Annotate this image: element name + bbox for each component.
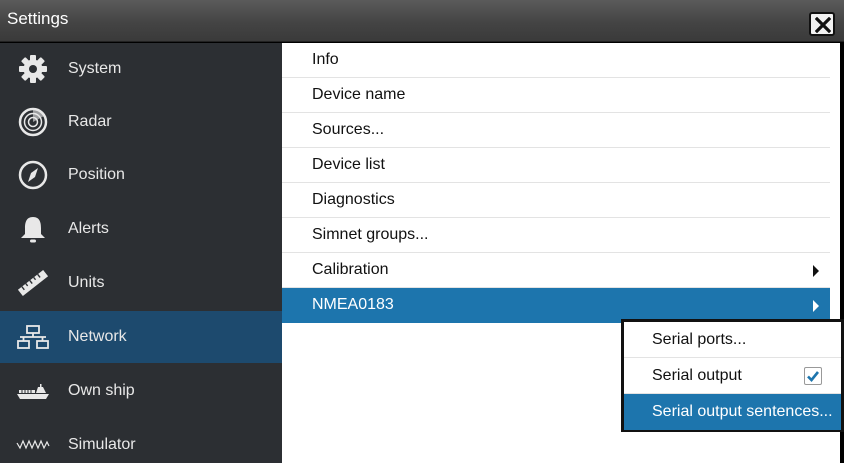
network-icon bbox=[17, 325, 49, 349]
nmea0183-submenu: Serial ports... Serial output Serial out… bbox=[621, 319, 844, 432]
menu-item-label: Sources... bbox=[312, 121, 385, 138]
menu-item-label: Simnet groups... bbox=[312, 226, 429, 243]
sidebar-item-label: Radar bbox=[68, 113, 112, 130]
submenu-item-serial-output-sentences[interactable]: Serial output sentences... bbox=[624, 394, 841, 430]
sidebar-item-position[interactable]: Position bbox=[0, 149, 282, 201]
menu-item-label: Calibration bbox=[312, 261, 389, 278]
sidebar-item-simulator[interactable]: Simulator bbox=[0, 419, 282, 463]
simulator-icon bbox=[16, 439, 50, 450]
sidebar-item-radar[interactable]: Radar bbox=[0, 96, 282, 148]
chevron-right-icon bbox=[813, 265, 819, 277]
compass-icon bbox=[18, 160, 48, 190]
sidebar-item-system[interactable]: System bbox=[0, 43, 282, 95]
menu-item-label: Device list bbox=[312, 156, 385, 173]
submenu-item-serial-output[interactable]: Serial output bbox=[624, 358, 841, 394]
settings-window: Settings System Radar Position Alerts Un… bbox=[0, 0, 844, 463]
bell-icon bbox=[21, 217, 45, 243]
sidebar-item-label: Position bbox=[68, 166, 125, 183]
title-bar: Settings bbox=[0, 0, 844, 42]
menu-item-nmea0183[interactable]: NMEA0183 bbox=[282, 288, 830, 323]
menu-item-device-name[interactable]: Device name bbox=[282, 78, 830, 113]
sidebar-item-label: System bbox=[68, 60, 122, 77]
chevron-right-icon bbox=[813, 300, 819, 312]
sidebar-item-label: Network bbox=[68, 328, 127, 345]
menu-item-sources[interactable]: Sources... bbox=[282, 113, 830, 148]
window-title: Settings bbox=[7, 9, 69, 28]
ruler-icon bbox=[17, 269, 49, 297]
submenu-item-label: Serial output bbox=[652, 367, 742, 384]
gear-icon bbox=[19, 55, 47, 83]
submenu-item-label: Serial ports... bbox=[652, 331, 747, 348]
radar-icon bbox=[18, 107, 48, 137]
menu-item-label: Device name bbox=[312, 86, 406, 103]
menu-item-diagnostics[interactable]: Diagnostics bbox=[282, 183, 830, 218]
settings-sidebar: System Radar Position Alerts Units Netwo… bbox=[0, 43, 282, 463]
close-icon bbox=[815, 17, 831, 33]
menu-item-simnet-groups[interactable]: Simnet groups... bbox=[282, 218, 830, 253]
sidebar-item-label: Own ship bbox=[68, 382, 135, 399]
menu-item-device-list[interactable]: Device list bbox=[282, 148, 830, 183]
menu-item-label: Diagnostics bbox=[312, 191, 395, 208]
sidebar-item-label: Units bbox=[68, 274, 105, 291]
sidebar-item-own-ship[interactable]: Own ship bbox=[0, 365, 282, 417]
sidebar-item-units[interactable]: Units bbox=[0, 257, 282, 309]
checkmark-icon bbox=[807, 371, 820, 382]
sidebar-item-network[interactable]: Network bbox=[0, 311, 282, 363]
serial-output-checkbox[interactable] bbox=[804, 367, 822, 385]
menu-item-label: Info bbox=[312, 51, 339, 68]
ship-icon bbox=[17, 384, 49, 399]
menu-item-calibration[interactable]: Calibration bbox=[282, 253, 830, 288]
close-button[interactable] bbox=[809, 12, 835, 36]
menu-item-info[interactable]: Info bbox=[282, 43, 830, 78]
sidebar-item-alerts[interactable]: Alerts bbox=[0, 203, 282, 255]
submenu-item-serial-ports[interactable]: Serial ports... bbox=[624, 322, 841, 358]
sidebar-item-label: Alerts bbox=[68, 220, 109, 237]
sidebar-item-label: Simulator bbox=[68, 436, 136, 453]
submenu-item-label: Serial output sentences... bbox=[652, 403, 833, 420]
menu-item-label: NMEA0183 bbox=[312, 296, 394, 313]
